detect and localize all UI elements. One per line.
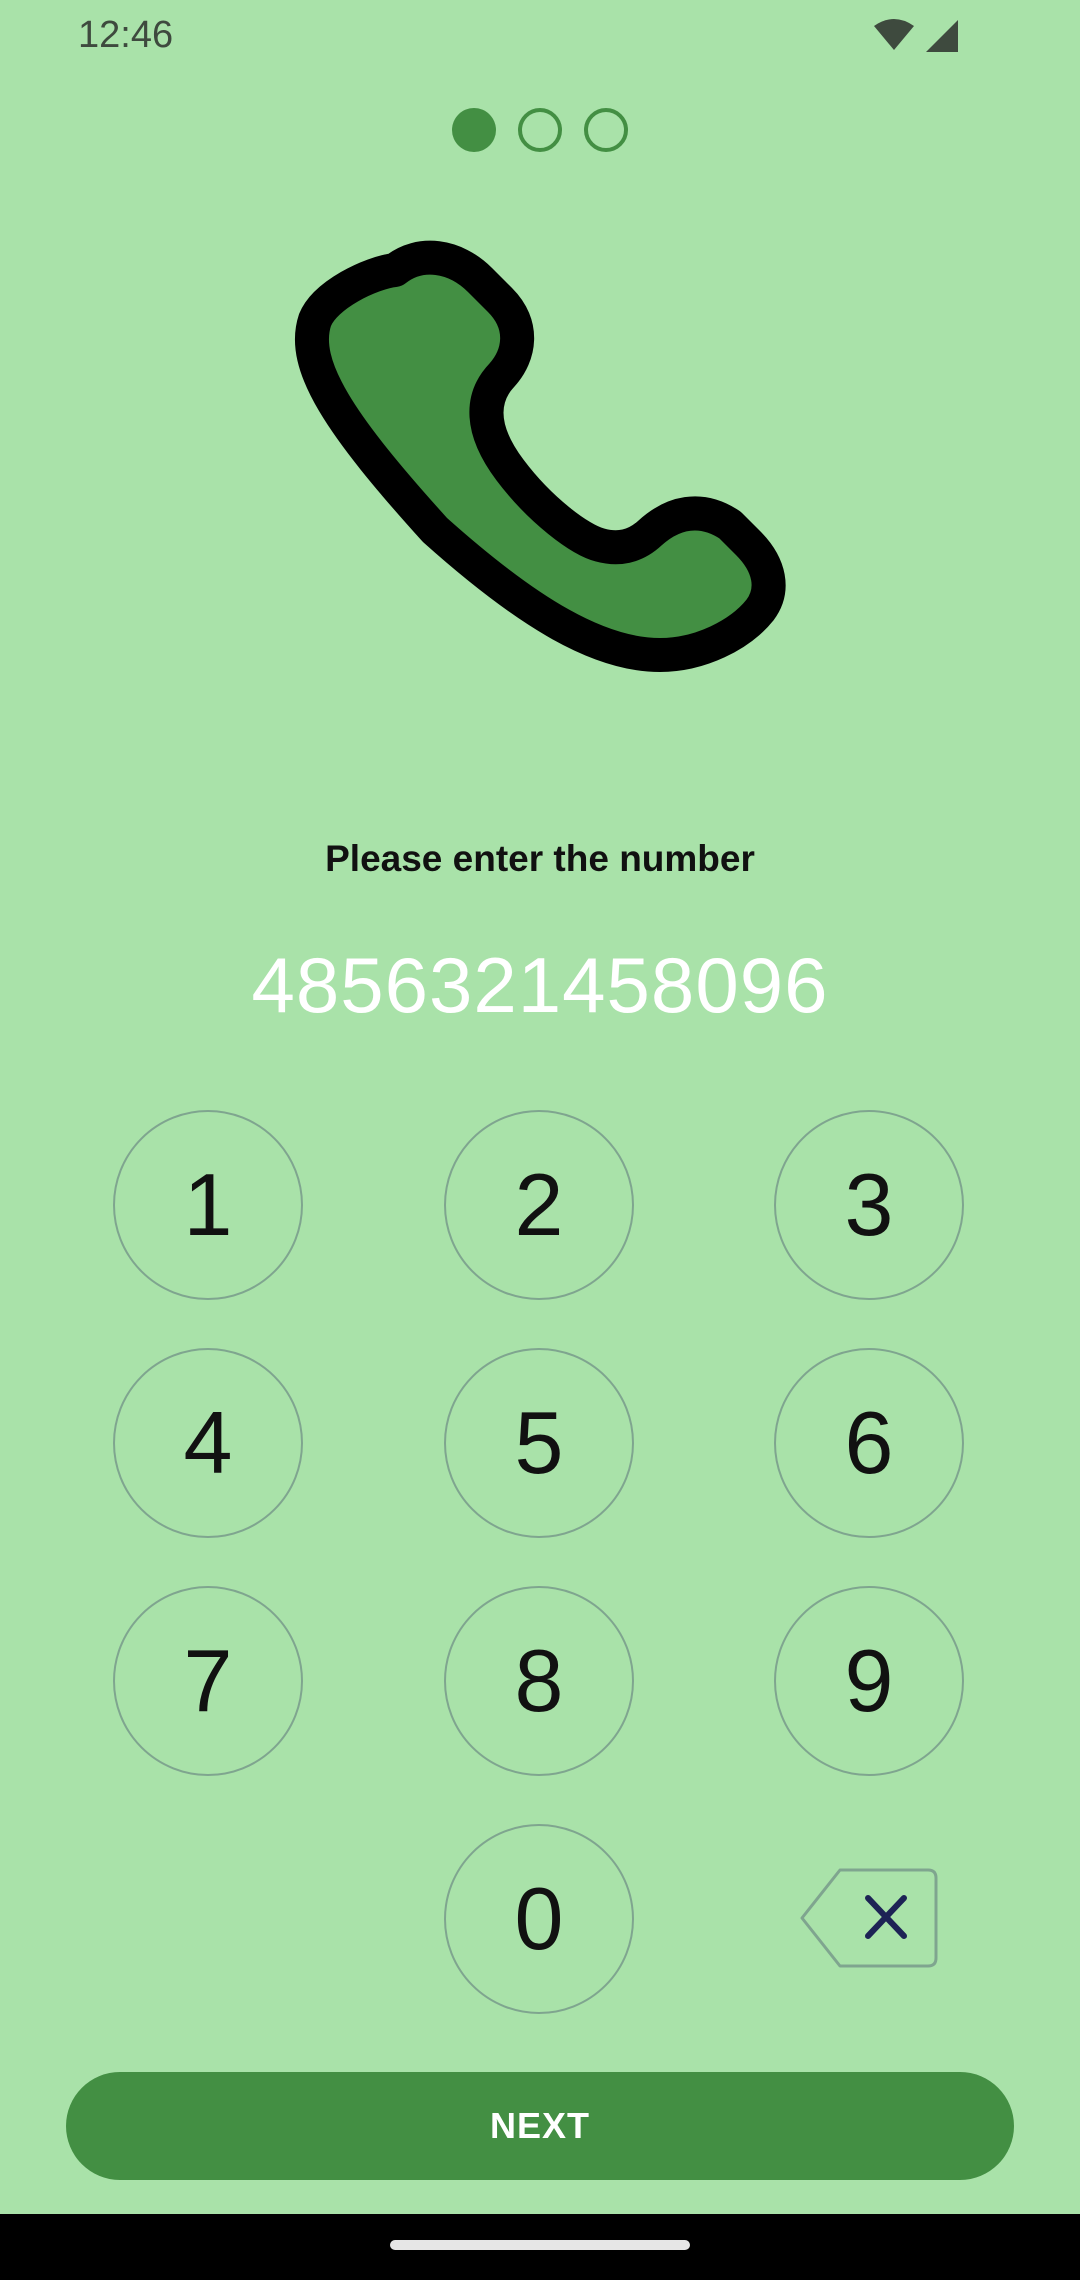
instruction-text: Please enter the number bbox=[325, 838, 755, 879]
next-button[interactable]: NEXT bbox=[66, 2072, 1014, 2180]
phone-handset-icon bbox=[280, 235, 800, 755]
home-gesture-handle[interactable] bbox=[390, 2240, 690, 2250]
key-7[interactable]: 7 bbox=[113, 1586, 303, 1776]
page-dot bbox=[518, 108, 562, 152]
status-icons bbox=[872, 16, 962, 61]
backspace-icon bbox=[800, 1868, 938, 1968]
status-time: 12:46 bbox=[78, 14, 174, 56]
backspace-button[interactable] bbox=[800, 1868, 940, 1968]
phone-number-display: 4856321458096 bbox=[251, 941, 829, 1029]
key-3[interactable]: 3 bbox=[774, 1110, 964, 1300]
key-1[interactable]: 1 bbox=[113, 1110, 303, 1300]
key-5[interactable]: 5 bbox=[444, 1348, 634, 1538]
key-2[interactable]: 2 bbox=[444, 1110, 634, 1300]
cellular-signal-icon bbox=[922, 16, 962, 61]
phone-number-entry-screen: 12:46 Please enter the number 48 56 321458… bbox=[0, 0, 1080, 2280]
page-indicator bbox=[0, 108, 1080, 152]
key-4[interactable]: 4 bbox=[113, 1348, 303, 1538]
key-6[interactable]: 6 bbox=[774, 1348, 964, 1538]
key-9[interactable]: 9 bbox=[774, 1586, 964, 1776]
key-8[interactable]: 8 bbox=[444, 1586, 634, 1776]
page-dot-active bbox=[452, 108, 496, 152]
page-dot bbox=[584, 108, 628, 152]
status-bar: 12:46 bbox=[0, 0, 1080, 72]
key-0[interactable]: 0 bbox=[444, 1824, 634, 2014]
wifi-icon bbox=[872, 16, 916, 61]
